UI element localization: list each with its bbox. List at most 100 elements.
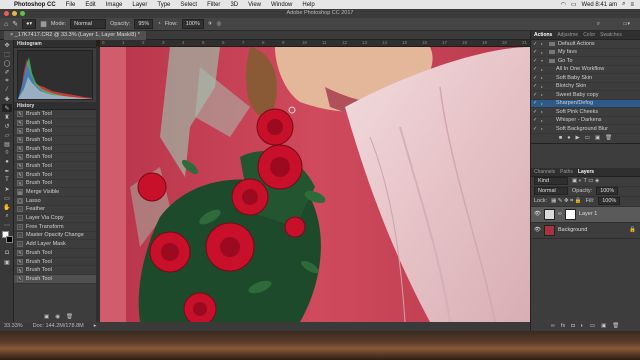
tab-color[interactable]: Color — [583, 32, 595, 38]
close-window-button[interactable] — [4, 11, 9, 16]
menu-list-icon[interactable]: ≡ — [630, 2, 634, 8]
layer-name[interactable]: Layer 1 — [579, 211, 597, 217]
clock[interactable]: Wed 8:41 am — [582, 2, 618, 8]
new-layer-icon[interactable]: ▣ — [601, 323, 606, 329]
history-item[interactable]: ✎ Brush Tool — [14, 258, 96, 267]
group-folder-icon[interactable]: ▭ — [590, 323, 595, 329]
action-item[interactable]: ✓ ▸ Soft Baby Skin — [531, 74, 640, 83]
color-swatches[interactable] — [2, 231, 13, 247]
app-menu[interactable]: Photoshop CC — [9, 2, 61, 8]
status-arrow-icon[interactable]: ▸ — [94, 322, 97, 331]
history-item[interactable]: ✎ Brush Tool — [14, 145, 96, 154]
quick-select-tool-icon[interactable]: ✐ — [2, 68, 12, 76]
history-item[interactable]: ✎ Brush Tool — [14, 162, 96, 171]
eraser-tool-icon[interactable]: ▱ — [2, 131, 12, 139]
screen-mode-icon[interactable]: ▣ — [2, 258, 12, 266]
adjustment-layer-icon[interactable]: ◐ — [581, 323, 584, 329]
action-item[interactable]: ✓ ▸ All In One Workflow — [531, 66, 640, 74]
action-set[interactable]: ✓ ▾ Go To — [531, 57, 640, 66]
flow-input[interactable]: 100% — [181, 19, 204, 29]
new-set-icon[interactable]: ▭ — [585, 135, 590, 141]
menu-view[interactable]: View — [243, 2, 266, 8]
history-item[interactable]: ▫ Master Opacity Change — [14, 232, 96, 241]
history-item[interactable]: ✎ Brush Tool — [14, 136, 96, 145]
history-item[interactable]: ✎ Brush Tool — [14, 266, 96, 276]
action-item[interactable]: ✓ ▸ Soft Background Blur — [531, 125, 640, 134]
healing-tool-icon[interactable]: ✚ — [2, 95, 12, 103]
pressure-opacity-icon[interactable]: ◔ — [157, 21, 160, 27]
move-tool-icon[interactable]: ✥ — [2, 41, 12, 49]
history-item-selected[interactable]: ✎ Brush Tool — [14, 275, 96, 284]
layer-row-background[interactable]: 👁 Background 🔒 — [531, 223, 640, 239]
airbrush-icon[interactable]: ✈ — [208, 21, 213, 27]
history-item[interactable]: ✎ Brush Tool — [14, 110, 96, 119]
search-icon[interactable]: ⌕ — [622, 1, 625, 8]
menu-window[interactable]: Window — [266, 2, 297, 8]
action-item-selected[interactable]: ✓ ▸ Sharpen/Defog — [531, 99, 640, 108]
history-item[interactable]: ▫ Free Transform — [14, 223, 96, 232]
opacity-input[interactable]: 95% — [134, 19, 154, 29]
tab-paths[interactable]: Paths — [560, 169, 573, 175]
shape-tool-icon[interactable]: ▭ — [2, 194, 12, 202]
menu-image[interactable]: Image — [101, 2, 128, 8]
history-item[interactable]: ✎ Brush Tool — [14, 127, 96, 137]
quick-mask-icon[interactable]: ◘ — [2, 249, 12, 257]
tab-actions[interactable]: Actions — [534, 32, 552, 38]
eyedropper-tool-icon[interactable]: ⁄ — [2, 86, 12, 94]
new-action-icon[interactable]: ▣ — [595, 135, 600, 141]
menu-file[interactable]: File — [61, 2, 81, 8]
tab-adjustments[interactable]: Adjustme — [557, 32, 578, 38]
history-item[interactable]: ▫ Feather — [14, 206, 96, 215]
marquee-tool-icon[interactable]: ⬚ — [2, 50, 12, 58]
zoom-tool-icon[interactable]: ⌕ — [2, 212, 12, 220]
new-document-icon[interactable]: ▣ — [44, 314, 49, 320]
lasso-tool-icon[interactable]: ◯ — [2, 59, 12, 67]
history-header[interactable]: History — [14, 102, 96, 110]
play-icon[interactable]: ▶ — [576, 135, 580, 141]
doc-size[interactable]: Doc: 144.2M/178.8M — [33, 322, 84, 331]
brush-tool-icon[interactable]: ✎ — [2, 104, 12, 112]
pressure-size-icon[interactable]: ◎ — [216, 21, 221, 27]
clone-stamp-tool-icon[interactable]: ♜ — [2, 113, 12, 121]
path-select-tool-icon[interactable]: ➤ — [2, 185, 12, 193]
menu-edit[interactable]: Edit — [80, 2, 100, 8]
record-icon[interactable]: ● — [567, 135, 570, 141]
menu-3d[interactable]: 3D — [225, 2, 243, 8]
history-item[interactable]: ✎ Brush Tool — [14, 249, 96, 258]
battery-icon[interactable]: ▭ — [571, 1, 577, 8]
dodge-tool-icon[interactable]: ● — [2, 158, 12, 166]
menu-layer[interactable]: Layer — [127, 2, 152, 8]
snapshot-icon[interactable]: ◉ — [55, 314, 60, 320]
layer-mask-thumbnail[interactable] — [564, 208, 576, 220]
layer-opacity-input[interactable]: 100% — [596, 187, 619, 195]
action-item[interactable]: ✓ ▸ Blotchy Skin — [531, 83, 640, 91]
history-item[interactable]: ▫ Add Layer Mask — [14, 240, 96, 249]
search-icon-2[interactable]: ⌕ — [597, 21, 600, 28]
fill-input[interactable]: 100% — [598, 197, 621, 205]
filter-icons[interactable]: ▣ ◐ T ▭ ◈ — [572, 178, 599, 184]
pen-tool-icon[interactable]: ✒ — [2, 167, 12, 175]
menu-filter[interactable]: Filter — [202, 2, 225, 8]
tab-layers[interactable]: Layers — [578, 169, 594, 175]
blend-mode-select[interactable]: Normal — [534, 187, 568, 195]
brush-panel-icon[interactable]: ▦ — [40, 20, 47, 28]
action-item[interactable]: ✓ ▸ Sweet Baby copy — [531, 91, 640, 100]
history-item[interactable]: ▫ Layer Via Copy — [14, 214, 96, 223]
home-icon[interactable]: ⌂ — [4, 21, 8, 28]
trash-icon[interactable]: 🗑 — [612, 323, 619, 329]
type-tool-icon[interactable]: T — [2, 176, 12, 184]
zoom-window-button[interactable] — [20, 11, 25, 16]
brush-preset-icon[interactable]: ✎ — [12, 20, 18, 28]
workspace-switcher[interactable]: ▭▾ — [623, 21, 630, 27]
menu-select[interactable]: Select — [175, 2, 202, 8]
wifi-icon[interactable]: ◠ — [561, 1, 566, 8]
history-item[interactable]: ◯ Lasso — [14, 197, 96, 206]
history-item[interactable]: ▤ Merge Visible — [14, 188, 96, 197]
menu-help[interactable]: Help — [297, 2, 319, 8]
layer-row-layer-1[interactable]: 👁 ∞ Layer 1 — [531, 206, 640, 223]
history-item[interactable]: ✎ Brush Tool — [14, 119, 96, 128]
document-canvas[interactable] — [100, 47, 530, 322]
fx-icon[interactable]: fx — [561, 323, 565, 329]
action-set[interactable]: ✓ ▸ Default Actions — [531, 40, 640, 49]
visibility-eye-icon[interactable]: 👁 — [534, 211, 541, 217]
